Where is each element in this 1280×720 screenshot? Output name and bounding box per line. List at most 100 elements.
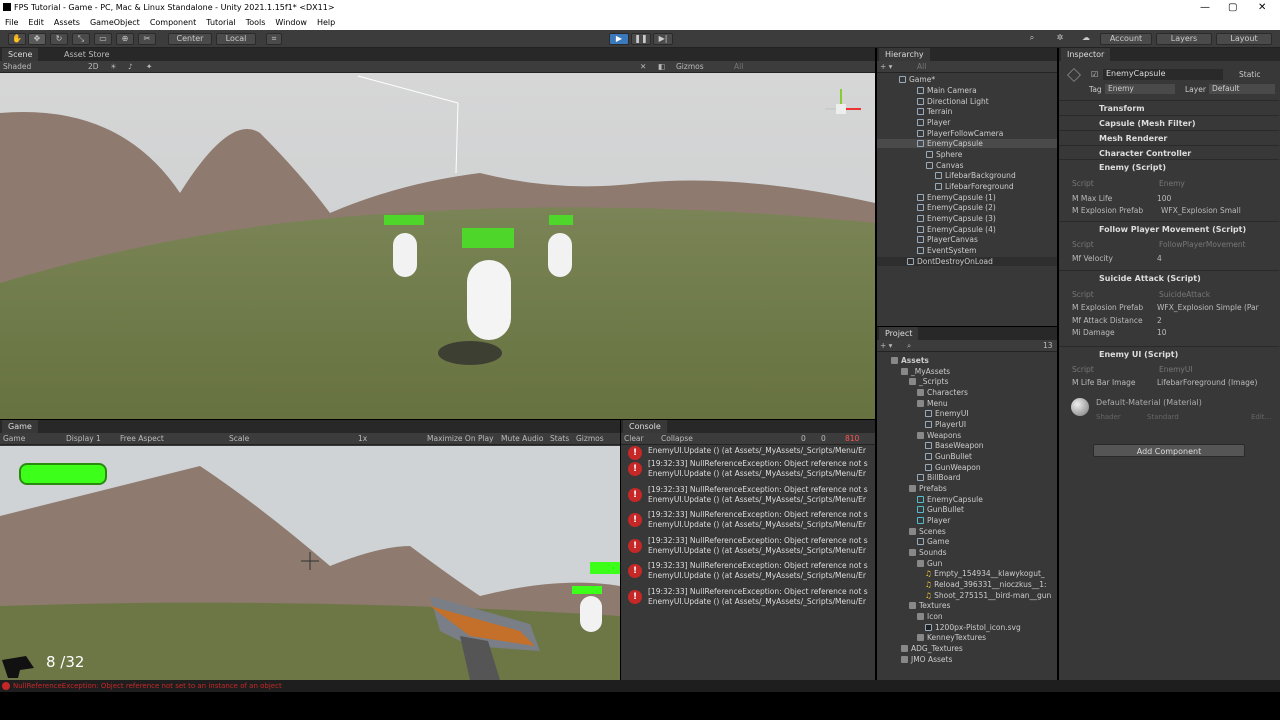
script-item[interactable]: GunWeapon bbox=[925, 463, 981, 472]
hierarchy-item[interactable]: Terrain bbox=[917, 107, 952, 116]
minimize-button[interactable]: — bbox=[1200, 2, 1210, 13]
attack-distance-field[interactable]: 2 bbox=[1157, 316, 1162, 325]
status-message[interactable]: NullReferenceException: Object reference… bbox=[13, 682, 282, 690]
enemy-capsule-selected[interactable] bbox=[467, 260, 511, 340]
component-follow-player-movement[interactable]: Follow Player Movement (Script) bbox=[1059, 221, 1279, 235]
clear-button[interactable]: Clear bbox=[624, 434, 644, 443]
pivot-local-button[interactable]: Local bbox=[216, 33, 256, 45]
folder-item[interactable]: Scenes bbox=[909, 527, 946, 536]
prefab-item[interactable]: GunBullet bbox=[917, 505, 964, 514]
account-dropdown[interactable]: Account bbox=[1100, 33, 1152, 45]
maximize-on-play-toggle[interactable]: Maximize On Play bbox=[427, 434, 494, 443]
tab-game[interactable]: Game bbox=[2, 420, 38, 433]
max-life-field[interactable]: 100 bbox=[1157, 194, 1171, 203]
tag-dropdown[interactable]: Enemy bbox=[1105, 84, 1175, 94]
pivot-center-button[interactable]: Center bbox=[168, 33, 212, 45]
shader-edit-button[interactable]: Edit... bbox=[1251, 413, 1271, 421]
rotate-tool-icon[interactable]: ↻ bbox=[50, 33, 68, 45]
folder-item[interactable]: Prefabs bbox=[909, 484, 947, 493]
scene-item[interactable]: Game bbox=[917, 537, 949, 546]
menu-help[interactable]: Help bbox=[312, 16, 340, 27]
hierarchy-item[interactable]: PlayerCanvas bbox=[917, 235, 978, 244]
tab-asset-store[interactable]: Asset Store bbox=[58, 48, 116, 61]
2d-toggle[interactable]: 2D bbox=[88, 62, 99, 71]
menu-gameobject[interactable]: GameObject bbox=[85, 16, 145, 27]
mute-audio-toggle[interactable]: Mute Audio bbox=[501, 434, 543, 443]
script-field[interactable]: EnemyUI bbox=[1159, 365, 1193, 374]
hand-tool-icon[interactable]: ✋ bbox=[8, 33, 26, 45]
log-line[interactable]: EnemyUI.Update () (at Assets/_MyAssets/_… bbox=[648, 597, 866, 606]
script-item[interactable]: BaseWeapon bbox=[925, 441, 984, 450]
tab-scene[interactable]: Scene bbox=[2, 48, 39, 61]
hierarchy-item[interactable]: PlayerFollowCamera bbox=[917, 129, 1003, 138]
log-line[interactable]: [19:32:33] NullReferenceException: Objec… bbox=[648, 459, 868, 468]
hierarchy-item[interactable]: Canvas bbox=[926, 161, 964, 170]
menu-assets[interactable]: Assets bbox=[49, 16, 85, 27]
pause-button[interactable]: ❚❚ bbox=[631, 33, 651, 45]
menu-window[interactable]: Window bbox=[270, 16, 312, 27]
folder-item[interactable]: Assets bbox=[891, 356, 929, 365]
collab-icon[interactable]: ✲ bbox=[1052, 33, 1068, 45]
menu-tutorial[interactable]: Tutorial bbox=[201, 16, 240, 27]
transform-tool-icon[interactable]: ⊕ bbox=[116, 33, 134, 45]
scene-search-input[interactable]: All bbox=[734, 62, 743, 71]
folder-item[interactable]: Menu bbox=[917, 399, 948, 408]
log-line[interactable]: EnemyUI.Update () (at Assets/_MyAssets/_… bbox=[648, 469, 866, 478]
camera-icon[interactable]: ◧ bbox=[658, 62, 665, 71]
custom-tool-icon[interactable]: ✂ bbox=[138, 33, 156, 45]
game-gizmos-dropdown[interactable]: Gizmos bbox=[576, 434, 604, 443]
folder-item[interactable]: Gun bbox=[917, 559, 942, 568]
add-component-button[interactable]: Add Component bbox=[1093, 444, 1245, 457]
layout-dropdown[interactable]: Layout bbox=[1216, 33, 1272, 45]
menu-edit[interactable]: Edit bbox=[23, 16, 49, 27]
cloud-icon[interactable]: ☁ bbox=[1078, 33, 1094, 45]
tab-inspector[interactable]: Inspector bbox=[1061, 48, 1111, 61]
audio-item[interactable]: ♫ Empty_154934__klawykogut_ bbox=[925, 569, 1045, 578]
hierarchy-item[interactable]: EnemyCapsule (3) bbox=[917, 214, 996, 223]
hierarchy-item[interactable]: Sphere bbox=[926, 150, 962, 159]
hierarchy-item-selected[interactable]: EnemyCapsule bbox=[877, 139, 1057, 148]
damage-field[interactable]: 10 bbox=[1157, 328, 1167, 337]
log-line[interactable]: [19:32:33] NullReferenceException: Objec… bbox=[648, 485, 868, 494]
component-character-controller[interactable]: Character Controller bbox=[1059, 145, 1279, 159]
error-count[interactable]: 810 bbox=[845, 434, 859, 443]
component-mesh-renderer[interactable]: Mesh Renderer bbox=[1059, 130, 1279, 144]
menu-component[interactable]: Component bbox=[145, 16, 201, 27]
texture-item[interactable]: 1200px-Pistol_icon.svg bbox=[925, 623, 1021, 632]
folder-item[interactable]: Icon bbox=[917, 612, 943, 621]
log-count[interactable]: 0 bbox=[801, 434, 806, 443]
menu-file[interactable]: File bbox=[0, 16, 23, 27]
log-line[interactable]: EnemyUI.Update () (at Assets/_MyAssets/_… bbox=[648, 495, 866, 504]
folder-item[interactable]: _Scripts bbox=[909, 377, 948, 386]
stats-toggle[interactable]: Stats bbox=[550, 434, 569, 443]
game-viewport[interactable] bbox=[0, 446, 620, 680]
script-item[interactable]: EnemyUI bbox=[925, 409, 969, 418]
script-field[interactable]: SuicideAttack bbox=[1159, 290, 1210, 299]
tab-hierarchy[interactable]: Hierarchy bbox=[879, 48, 930, 61]
script-item[interactable]: PlayerUI bbox=[925, 420, 966, 429]
audio-icon[interactable]: ♪ bbox=[128, 62, 133, 71]
game-mode-dropdown[interactable]: Game bbox=[3, 434, 25, 443]
folder-item[interactable]: KenneyTextures bbox=[917, 633, 986, 642]
shader-dropdown[interactable]: Standard bbox=[1147, 413, 1179, 421]
aspect-dropdown[interactable]: Free Aspect bbox=[120, 434, 164, 443]
maximize-button[interactable]: ▢ bbox=[1228, 2, 1237, 13]
hierarchy-item[interactable]: Game* bbox=[899, 75, 935, 84]
hierarchy-item[interactable]: Directional Light bbox=[917, 97, 989, 106]
folder-item[interactable]: Weapons bbox=[917, 431, 961, 440]
log-line[interactable]: [19:32:33] NullReferenceException: Objec… bbox=[648, 587, 868, 596]
hierarchy-item[interactable]: EventSystem bbox=[917, 246, 976, 255]
component-suicide-attack[interactable]: Suicide Attack (Script) bbox=[1059, 270, 1279, 284]
component-enemy-ui[interactable]: Enemy UI (Script) bbox=[1059, 346, 1279, 360]
log-line[interactable]: [19:32:33] NullReferenceException: Objec… bbox=[648, 561, 868, 570]
project-create-button[interactable]: + ▾ bbox=[880, 341, 892, 350]
script-field[interactable]: Enemy bbox=[1159, 179, 1185, 188]
step-button[interactable]: ▶| bbox=[653, 33, 673, 45]
prefab-item[interactable]: Player bbox=[917, 516, 950, 525]
enemy-capsule[interactable] bbox=[548, 233, 572, 277]
audio-item[interactable]: ♫ Shoot_275151__bird-man__gun bbox=[925, 591, 1051, 600]
explosion-prefab-field[interactable]: WFX_Explosion Small bbox=[1161, 206, 1241, 215]
audio-item[interactable]: ♫ Reload_396331__nioczkus__1: bbox=[925, 580, 1047, 589]
shading-dropdown[interactable]: Shaded bbox=[3, 62, 31, 71]
project-search-icon[interactable]: ⌕ bbox=[907, 341, 911, 351]
